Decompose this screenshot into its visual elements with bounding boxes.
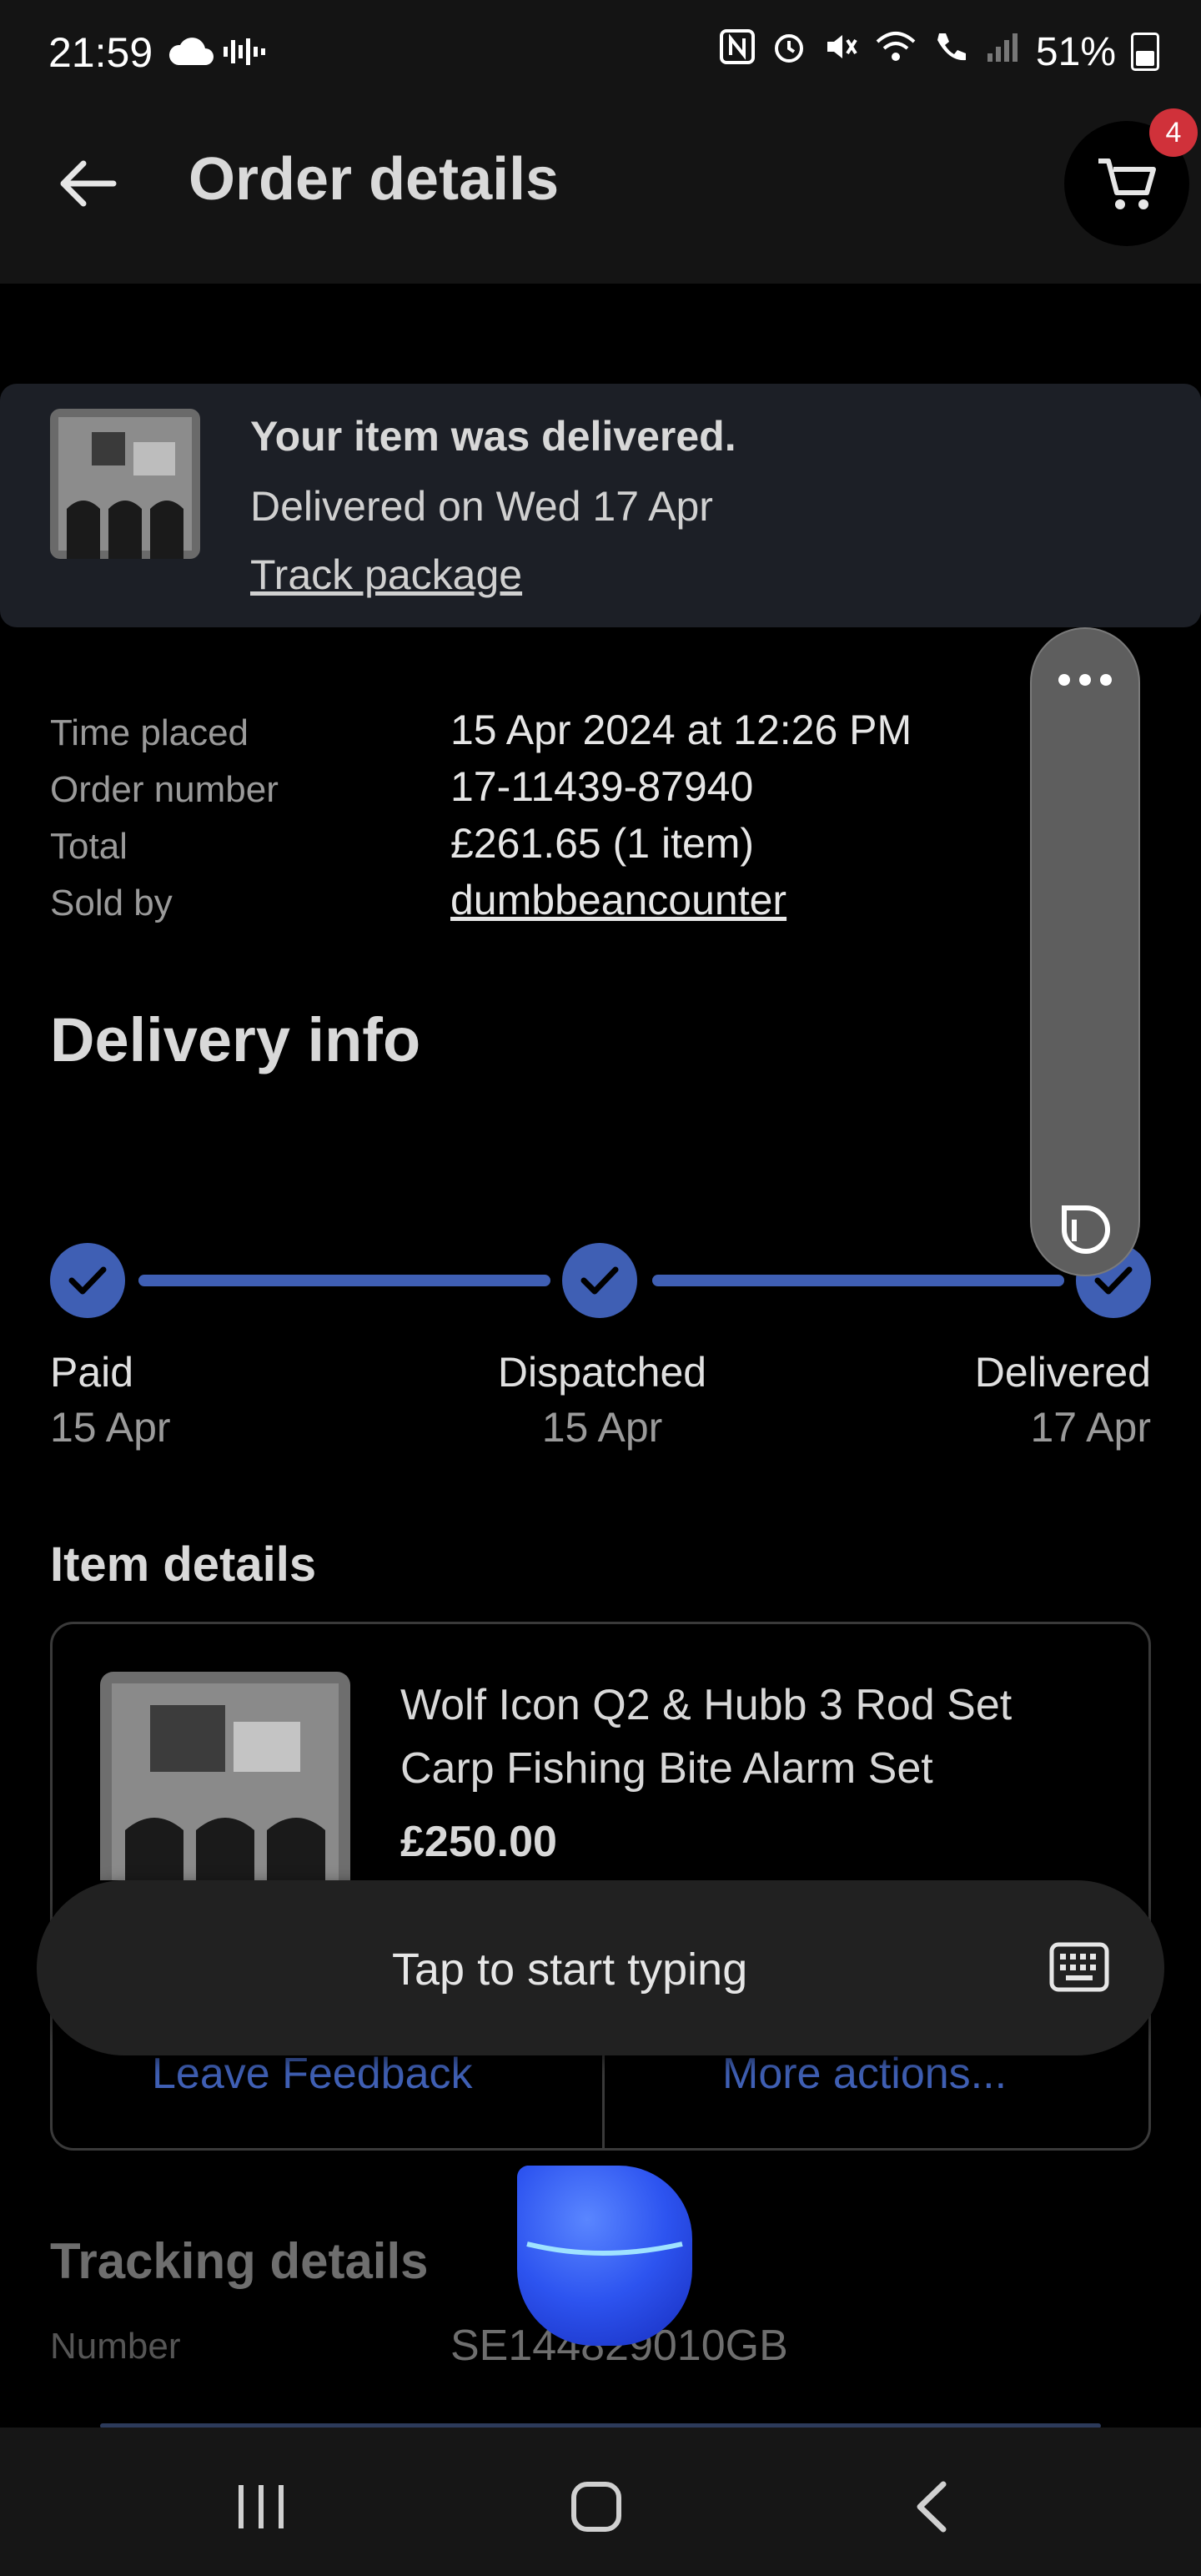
check-icon [580, 1266, 619, 1295]
banner-subtitle: Delivered on Wed 17 Apr [250, 483, 713, 530]
item-thumbnail [50, 409, 200, 559]
info-value: £261.65 (1 item) [450, 820, 755, 867]
delivery-info-title: Delivery info [50, 1005, 421, 1074]
cloud-icon [167, 37, 217, 71]
step-date: 15 Apr [50, 1404, 171, 1451]
tracking-details-title: Tracking details [50, 2233, 429, 2289]
item-title[interactable]: Wolf Icon Q2 & Hubb 3 Rod Set Carp Fishi… [400, 1673, 1101, 1800]
step-label: Dispatched [497, 1349, 707, 1396]
back-button[interactable] [50, 146, 125, 221]
keyboard-icon[interactable] [1049, 1942, 1109, 1992]
track-package-link[interactable]: Track package [250, 551, 522, 599]
arrow-left-icon [60, 160, 117, 207]
step-label: Paid [50, 1349, 134, 1396]
step-dispatched-check [562, 1243, 637, 1318]
wifi-icon [874, 28, 917, 75]
info-value: 17-11439-87940 [450, 763, 754, 810]
typing-prompt[interactable]: Tap to start typing [392, 1944, 747, 1995]
status-time: 21:59 [48, 29, 153, 76]
banner-title: Your item was delivered. [250, 413, 736, 460]
leave-feedback-button[interactable]: Leave Feedback [152, 2049, 473, 2099]
status-icons: 51% [719, 28, 1159, 75]
mute-icon [822, 28, 859, 75]
seller-link[interactable]: dumbbeancounter [450, 876, 786, 924]
more-actions-button[interactable]: More actions... [722, 2049, 1007, 2099]
chevron-left-icon [917, 2481, 947, 2533]
nfc-icon [719, 28, 756, 75]
tracking-number-label: Number [50, 2326, 181, 2367]
more-options-icon[interactable] [1054, 667, 1116, 697]
item-details-title: Item details [50, 1537, 317, 1592]
assistant-voice-icon[interactable] [510, 2161, 692, 2346]
step-date: 15 Apr [541, 1404, 663, 1451]
wifi-calling-icon [932, 28, 969, 75]
app-bar [0, 108, 1201, 284]
info-label: Total [50, 826, 128, 867]
home-icon [571, 2482, 621, 2532]
progress-line [652, 1275, 1064, 1286]
cart-icon [1098, 158, 1156, 209]
step-date: 17 Apr [1030, 1404, 1151, 1451]
alarm-icon [771, 28, 807, 75]
battery-icon [1131, 33, 1159, 71]
check-icon [68, 1266, 107, 1295]
info-label: Sold by [50, 883, 173, 923]
item-image[interactable] [100, 1672, 350, 1880]
info-label: Time placed [50, 712, 249, 753]
recent-apps-icon [239, 2485, 284, 2528]
system-back-button[interactable] [886, 2461, 977, 2553]
page-title: Order details [188, 146, 560, 213]
voice-activity-icon [222, 37, 269, 71]
cart-count-badge: 4 [1149, 108, 1198, 157]
battery-percent: 51% [1035, 29, 1116, 74]
recent-apps-button[interactable] [215, 2461, 307, 2553]
floating-assistant-panel[interactable] [1030, 627, 1140, 1276]
progress-line [138, 1275, 550, 1286]
step-label: Delivered [974, 1349, 1151, 1396]
bixby-icon[interactable] [1054, 1200, 1116, 1265]
item-price: £250.00 [400, 1818, 557, 1866]
info-label: Order number [50, 769, 279, 810]
step-paid-check [50, 1243, 125, 1318]
signal-icon [984, 28, 1021, 75]
info-value: 15 Apr 2024 at 12:26 PM [450, 707, 912, 753]
home-button[interactable] [550, 2461, 642, 2553]
